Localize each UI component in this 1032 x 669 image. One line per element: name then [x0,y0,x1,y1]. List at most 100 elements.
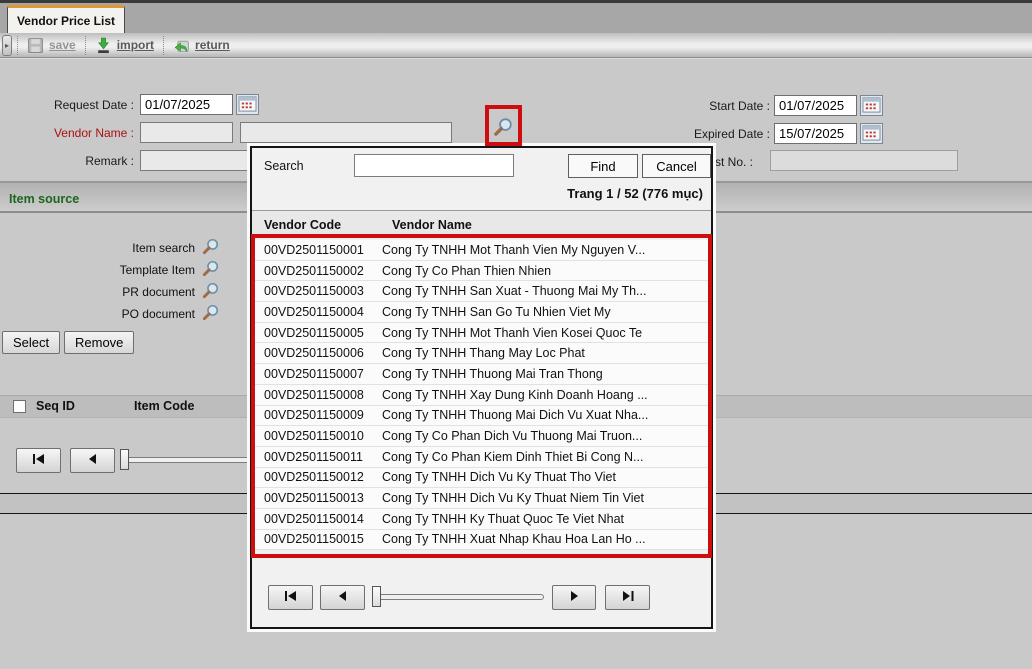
popup-page-info: Trang 1 / 52 (776 mục) [567,186,703,201]
prev-page-icon [336,590,350,605]
import-button-label: import [117,38,154,52]
expired-date-input[interactable] [774,123,857,144]
vendor-code-cell: 00VD2501150015 [254,532,382,546]
request-date-calendar-button[interactable] [236,94,259,115]
popup-cancel-button[interactable]: Cancel [642,154,711,178]
expired-date-label: Expired Date : [640,127,770,141]
magnifier-icon[interactable] [201,237,220,259]
vendor-row[interactable]: 00VD2501150006 Cong Ty TNHH Thang May Lo… [254,343,709,364]
popup-column-vendor-name: Vendor Name [392,218,472,232]
vendor-row[interactable]: 00VD2501150008 Cong Ty TNHH Xay Dung Kin… [254,385,709,406]
request-date-input[interactable] [140,94,233,115]
save-button[interactable]: save [23,37,80,54]
vendor-row[interactable]: 00VD2501150005 Cong Ty TNHH Mot Thanh Vi… [254,323,709,344]
vendor-row[interactable]: 00VD2501150013 Cong Ty TNHH Dich Vu Ky T… [254,488,709,509]
toolbar-separator [163,36,164,55]
save-button-label: save [49,38,76,52]
item-source-link[interactable]: PR document [0,281,222,303]
vendor-row[interactable]: 00VD2501150009 Cong Ty TNHH Thuong Mai D… [254,406,709,427]
expired-date-calendar-button[interactable] [860,123,883,144]
popup-pager-last-button[interactable] [605,585,650,610]
import-icon [95,37,112,54]
vendor-name-input[interactable] [240,122,452,143]
next-page-icon [567,590,581,605]
item-source-link-label: PO document [122,307,195,321]
vendor-code-input[interactable] [140,122,233,143]
select-button[interactable]: Select [2,331,60,354]
vendor-name-cell: Cong Ty Co Phan Thien Nhien [382,264,709,278]
vendor-row[interactable]: 00VD2501150011 Cong Ty Co Phan Kiem Dinh… [254,447,709,468]
first-page-icon [284,590,298,605]
item-source-link-label: Item search [132,241,195,255]
vendor-row[interactable]: 00VD2501150001 Cong Ty TNHH Mot Thanh Vi… [254,240,709,261]
vendor-row[interactable]: 00VD2501150010 Cong Ty Co Phan Dich Vu T… [254,426,709,447]
remove-button[interactable]: Remove [64,331,134,354]
vendor-row[interactable]: 00VD2501150003 Cong Ty TNHH San Xuat - T… [254,281,709,302]
item-source-link-label: PR document [122,285,195,299]
vendor-code-cell: 00VD2501150009 [254,408,382,422]
vendor-name-cell: Cong Ty TNHH Mot Thanh Vien Kosei Quoc T… [382,326,709,340]
start-date-calendar-button[interactable] [860,95,883,116]
item-source-link[interactable]: PO document [0,303,222,325]
vendor-code-cell: 00VD2501150010 [254,429,382,443]
vendor-code-cell: 00VD2501150013 [254,491,382,505]
vendor-code-cell: 00VD2501150003 [254,284,382,298]
popup-pager-first-button[interactable] [268,585,313,610]
import-button[interactable]: import [91,37,158,54]
tab-vendor-price-list[interactable]: Vendor Price List [7,5,125,33]
grid-pager-slider-thumb[interactable] [120,449,129,470]
popup-pager-slider-track[interactable] [372,594,544,600]
vendor-code-cell: 00VD2501150007 [254,367,382,381]
vendor-row[interactable]: 00VD2501150004 Cong Ty TNHH San Go Tu Nh… [254,302,709,323]
grid-pager-first-button[interactable] [16,448,61,473]
vendor-name-cell: Cong Ty TNHH Dich Vu Ky Thuat Niem Tin V… [382,491,709,505]
vendor-search-popup: Search Find Cancel Trang 1 / 52 (776 mục… [250,146,713,629]
vendor-row[interactable]: 00VD2501150012 Cong Ty TNHH Dich Vu Ky T… [254,468,709,489]
popup-search-label: Search [264,159,304,173]
popup-table-header: Vendor Code Vendor Name [252,210,711,238]
pricelist-no-input[interactable] [770,150,958,171]
toolbar-collapse-grip[interactable]: ▸ [2,35,12,56]
vendor-code-cell: 00VD2501150001 [254,243,382,257]
return-button-label: return [195,38,230,52]
vendor-code-cell: 00VD2501150004 [254,305,382,319]
magnifier-icon[interactable] [201,259,220,281]
start-date-label: Start Date : [640,99,770,113]
start-date-input[interactable] [774,95,857,116]
grid-pager-prev-button[interactable] [70,448,115,473]
return-arrow-icon [173,37,190,54]
vendor-code-cell: 00VD2501150006 [254,346,382,360]
vendor-code-cell: 00VD2501150002 [254,264,382,278]
item-source-link[interactable]: Template Item [0,259,222,281]
calendar-icon [862,96,881,116]
popup-pager-prev-button[interactable] [320,585,365,610]
return-button[interactable]: return [169,37,234,54]
vendor-row[interactable]: 00VD2501150002 Cong Ty Co Phan Thien Nhi… [254,261,709,282]
toolbar-separator [85,36,86,55]
popup-find-button[interactable]: Find [568,154,638,178]
vendor-search-magnifier-icon[interactable] [492,116,514,138]
vendor-name-cell: Cong Ty TNHH San Go Tu Nhien Viet My [382,305,709,319]
magnifier-icon[interactable] [201,281,220,303]
popup-search-input[interactable] [354,154,514,177]
vendor-row[interactable]: 00VD2501150007 Cong Ty TNHH Thuong Mai T… [254,364,709,385]
window-top-strip [0,0,1032,33]
vendor-name-cell: Cong Ty TNHH Ky Thuat Quoc Te Viet Nhat [382,512,709,526]
vendor-row[interactable]: 00VD2501150014 Cong Ty TNHH Ky Thuat Quo… [254,509,709,530]
magnifier-icon[interactable] [201,303,220,325]
item-source-links: Item search Template Item PR document PO… [0,237,222,325]
vendor-name-cell: Cong Ty TNHH Thuong Mai Dich Vu Xuat Nha… [382,408,709,422]
request-date-label: Request Date : [0,98,134,112]
vendor-code-cell: 00VD2501150011 [254,450,382,464]
vendor-row[interactable]: 00VD2501150015 Cong Ty TNHH Xuat Nhap Kh… [254,530,709,551]
item-source-link[interactable]: Item search [0,237,222,259]
vendor-name-label: Vendor Name : [0,126,134,140]
select-all-checkbox[interactable] [13,400,26,413]
popup-vendor-rows: 00VD2501150001 Cong Ty TNHH Mot Thanh Vi… [254,240,709,550]
vendor-name-cell: Cong Ty TNHH Mot Thanh Vien My Nguyen V.… [382,243,709,257]
popup-pager-slider-thumb[interactable] [372,586,381,607]
popup-pager-next-button[interactable] [552,585,596,610]
vendor-name-cell: Cong Ty TNHH Thuong Mai Tran Thong [382,367,709,381]
item-source-link-label: Template Item [120,263,195,277]
calendar-icon [862,124,881,144]
